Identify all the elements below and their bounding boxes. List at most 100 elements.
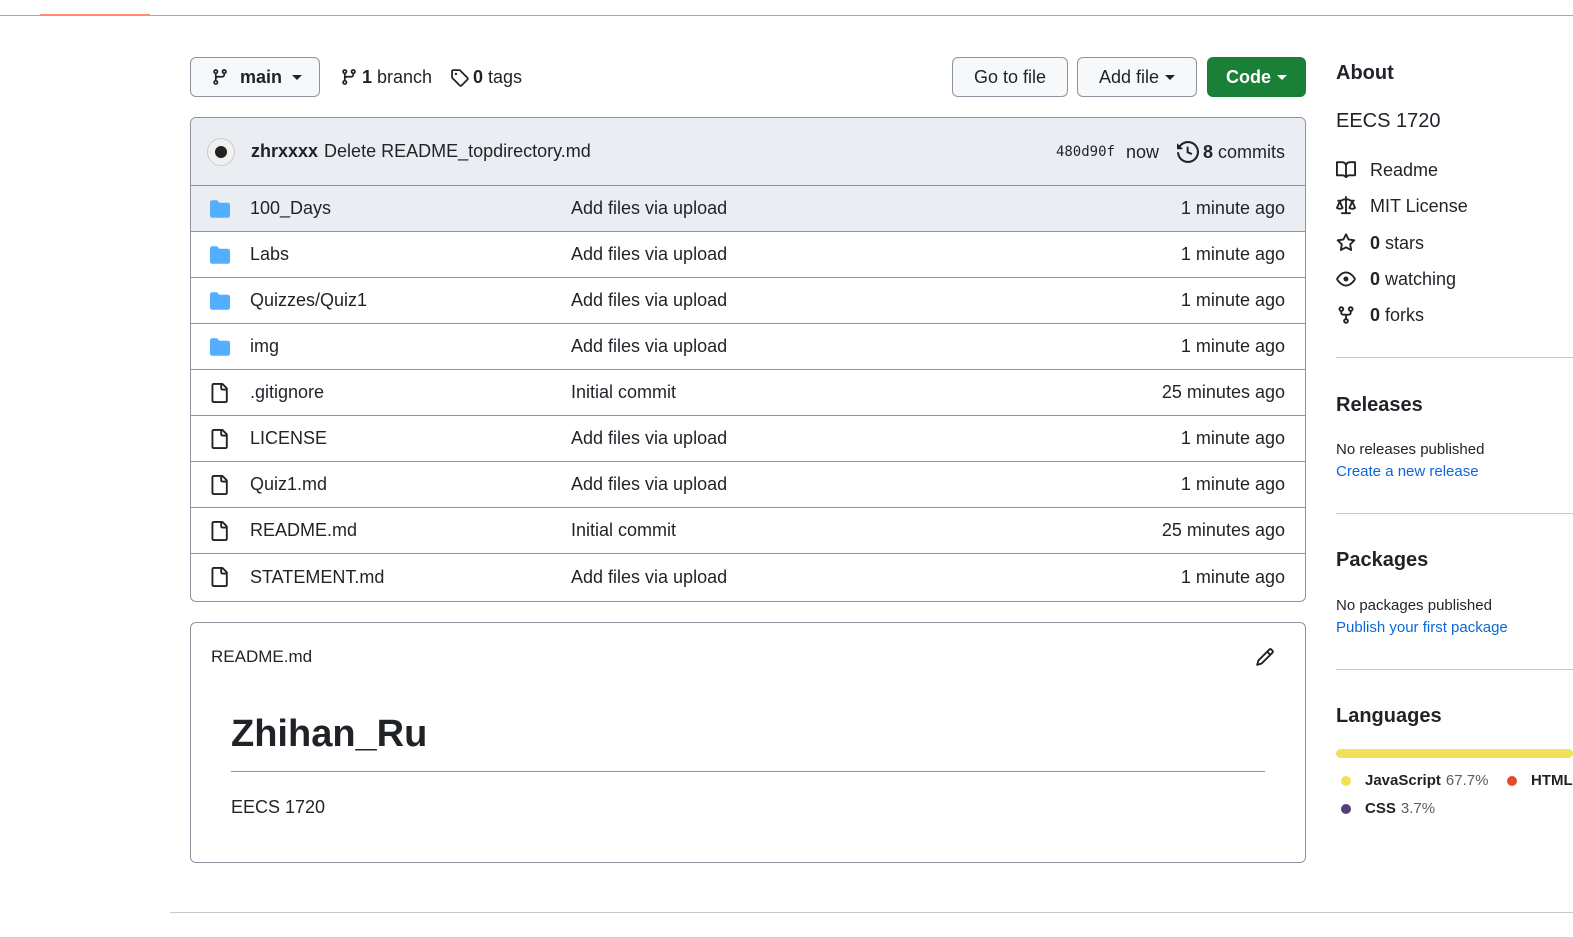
language-percent: 3.7% — [1400, 800, 1436, 817]
file-commit-message[interactable]: Add files via upload — [571, 244, 727, 265]
go-to-file-button[interactable]: Go to file — [952, 57, 1068, 97]
folder-icon — [209, 337, 231, 357]
folder-icon — [209, 245, 231, 265]
avatar[interactable] — [207, 137, 235, 166]
file-name-link[interactable]: Labs — [250, 244, 289, 265]
repo-description: EECS 1720 — [1336, 110, 1441, 132]
file-row[interactable]: STATEMENT.md Add files via upload 1 minute… — [191, 554, 1305, 600]
file-commit-message[interactable]: Add files via upload — [571, 198, 727, 219]
readme-panel: README.md Zhihan_Ru EECS 1720 — [190, 622, 1306, 863]
file-commit-message[interactable]: Add files via upload — [571, 290, 727, 311]
file-row[interactable]: Quiz1.md Add files via upload 1 minute ago — [191, 462, 1305, 508]
readme-body: EECS 1720 — [231, 797, 326, 817]
file-commit-time: 1 minute ago — [1180, 566, 1285, 587]
branch-select-button[interactable]: main — [190, 57, 320, 97]
stars-link[interactable]: 0 stars — [1336, 231, 1424, 255]
file-commit-time: 25 minutes ago — [1161, 520, 1285, 540]
file-commit-message[interactable]: Add files via upload — [571, 474, 727, 495]
footer-divider — [170, 912, 1573, 913]
publish-package-link[interactable]: Publish your first package — [1336, 619, 1508, 636]
commit-message[interactable]: Delete README_topdirectory.md — [324, 141, 591, 162]
stars-label: stars — [1385, 232, 1425, 253]
language-percent: 67.7% — [1445, 772, 1489, 789]
file-commit-message[interactable]: Add files via upload — [571, 428, 727, 449]
file-name-link[interactable]: STATEMENT.md — [250, 567, 384, 588]
file-icon — [209, 521, 231, 541]
git-branch-icon — [213, 69, 227, 85]
commit-author[interactable]: zhrxxxx — [251, 141, 318, 162]
chevron-down-icon — [1165, 74, 1176, 80]
branches-link[interactable]: 1 branch — [340, 62, 432, 92]
git-branch-icon — [342, 69, 356, 85]
sidebar-divider — [1336, 357, 1573, 358]
add-file-label: Add file — [1098, 66, 1160, 87]
file-row[interactable]: Labs Add files via upload 1 minute ago — [191, 232, 1305, 278]
branch-name: main — [240, 66, 283, 87]
tag-icon — [451, 68, 469, 87]
language-color-dot — [1341, 803, 1351, 814]
file-icon — [209, 475, 231, 495]
file-icon — [209, 429, 231, 449]
license-label: MIT License — [1370, 195, 1468, 216]
file-commit-time: 1 minute ago — [1180, 428, 1285, 448]
forks-count: 0 — [1370, 304, 1381, 325]
commit-sha[interactable]: 480d90f — [1056, 144, 1115, 160]
readme-filename[interactable]: README.md — [211, 647, 312, 667]
file-name-link[interactable]: LICENSE — [250, 428, 327, 449]
commit-count: 8 — [1202, 141, 1213, 162]
file-name-link[interactable]: 100_Days — [250, 198, 331, 219]
chevron-down-icon — [1277, 74, 1287, 80]
watchers-link[interactable]: 0 watching — [1336, 267, 1456, 291]
languages-heading: Languages — [1336, 705, 1442, 727]
file-commit-time: 25 minutes ago — [1161, 382, 1285, 402]
book-icon — [1336, 161, 1356, 179]
forks-label: forks — [1385, 304, 1425, 325]
language-name: CSS — [1365, 800, 1396, 817]
readme-link[interactable]: Readme — [1336, 158, 1438, 182]
file-row[interactable]: README.md Initial commit 25 minutes ago — [191, 508, 1305, 554]
file-commit-time: 1 minute ago — [1180, 336, 1285, 356]
language-item[interactable]: JavaScript 67.7% — [1341, 772, 1488, 789]
tag-count: 0 — [473, 66, 484, 87]
language-bar — [1336, 749, 1573, 758]
commits-history-link[interactable]: 8 commits — [1176, 141, 1285, 163]
packages-heading[interactable]: Packages — [1336, 549, 1428, 572]
file-row[interactable]: Quizzes/Quiz1 Add files via upload 1 minut… — [191, 278, 1305, 324]
pencil-icon[interactable] — [1255, 647, 1275, 667]
file-row[interactable]: 100_Days Add files via upload 1 minute ago — [191, 186, 1305, 232]
file-row[interactable]: .gitignore Initial commit 25 minutes ago — [191, 370, 1305, 416]
releases-heading[interactable]: Releases — [1336, 394, 1423, 417]
code-label: Code — [1226, 66, 1271, 87]
file-icon — [209, 567, 231, 587]
language-item[interactable]: CSS 3.7% — [1341, 800, 1435, 817]
history-icon — [1176, 141, 1199, 163]
file-name-link[interactable]: Quiz1.md — [250, 474, 327, 495]
create-release-link[interactable]: Create a new release — [1336, 463, 1479, 480]
tags-link[interactable]: 0 tags — [450, 62, 522, 92]
file-commit-time: 1 minute ago — [1180, 290, 1285, 310]
file-name-link[interactable]: img — [250, 336, 279, 357]
file-name-link[interactable]: Quizzes/Quiz1 — [250, 290, 367, 311]
readme-label: Readme — [1370, 159, 1439, 180]
code-button[interactable]: Code — [1207, 57, 1306, 97]
file-row[interactable]: LICENSE Add files via upload 1 minute ago — [191, 416, 1305, 462]
file-listing: zhrxxxx Delete README_topdirectory.md 48… — [190, 117, 1306, 602]
tag-label: tags — [488, 66, 523, 87]
license-link[interactable]: MIT License — [1336, 194, 1468, 218]
chevron-down-icon — [292, 74, 303, 80]
folder-icon — [209, 199, 231, 219]
add-file-button[interactable]: Add file — [1077, 57, 1197, 97]
language-item[interactable]: HTML — [1507, 772, 1573, 789]
file-commit-message[interactable]: Add files via upload — [571, 336, 727, 357]
no-releases-text: No releases published — [1336, 441, 1485, 458]
file-commit-message[interactable]: Initial commit — [571, 520, 676, 541]
file-commit-message[interactable]: Add files via upload — [571, 567, 727, 588]
about-heading: About — [1336, 62, 1394, 84]
file-name-link[interactable]: README.md — [250, 520, 357, 541]
forks-link[interactable]: 0 forks — [1336, 303, 1424, 327]
file-name-link[interactable]: .gitignore — [250, 382, 324, 403]
file-commit-message[interactable]: Initial commit — [571, 382, 676, 403]
branch-label: branch — [377, 66, 433, 87]
file-row[interactable]: img Add files via upload 1 minute ago — [191, 324, 1305, 370]
active-tab-underline — [40, 14, 150, 16]
